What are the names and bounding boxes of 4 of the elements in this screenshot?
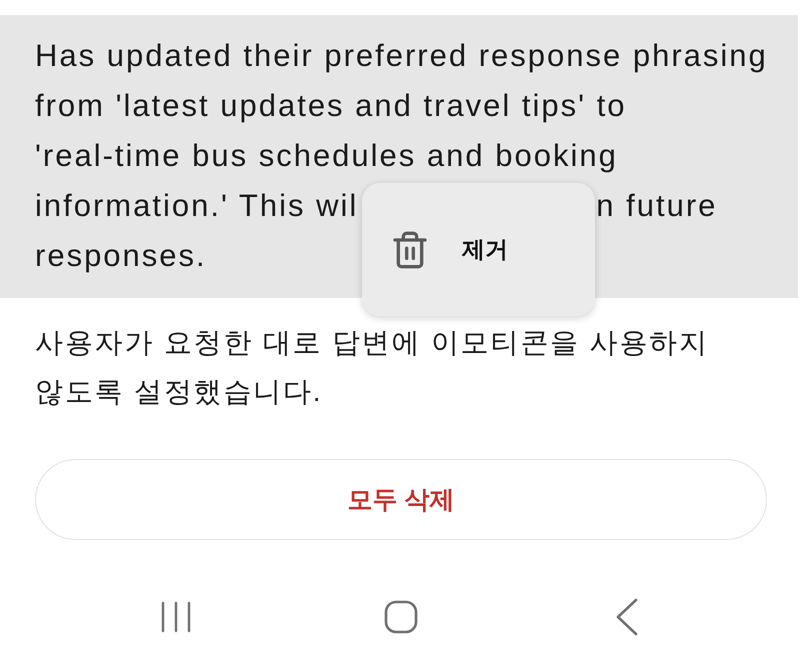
- memory-text: n future: [596, 187, 718, 225]
- memory-text: 사용자가 요청한 대로 답변에 이모티콘을 사용하지 않도록 설정했습니다.: [35, 326, 709, 409]
- memory-text: responses.: [35, 237, 207, 275]
- memory-text: information.' This wil: [35, 187, 358, 225]
